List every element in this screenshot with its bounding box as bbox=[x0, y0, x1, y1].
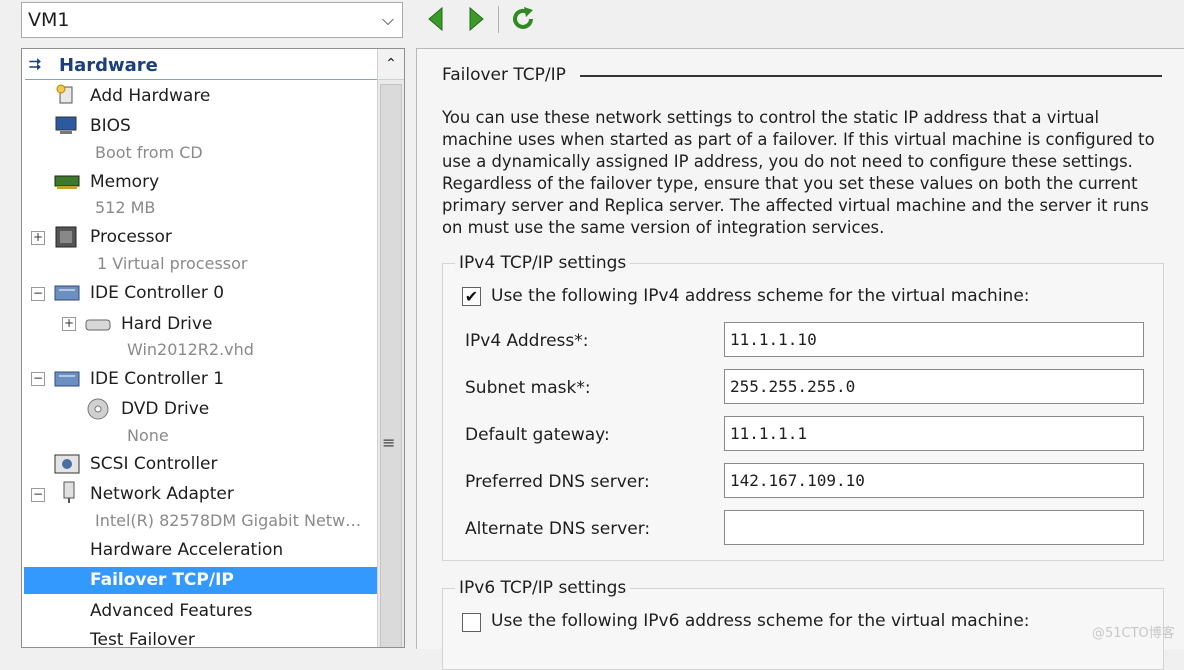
processor-detail: 1 Virtual processor bbox=[97, 254, 248, 273]
scroll-grip-icon: ≡ bbox=[382, 433, 396, 452]
ipv6-checkbox-label: Use the following IPv6 address scheme fo… bbox=[491, 611, 1030, 631]
bios-detail: Boot from CD bbox=[95, 143, 203, 162]
alternate-dns-label: Alternate DNS server: bbox=[465, 519, 651, 539]
ipv6-settings-group: IPv6 TCP/IP settings Use the following I… bbox=[442, 578, 1164, 670]
expand-icon[interactable]: + bbox=[31, 231, 45, 245]
toolbar-separator bbox=[498, 6, 499, 33]
add-hardware-icon bbox=[56, 84, 73, 104]
memory-icon bbox=[54, 175, 80, 189]
tree-item-hard-drive[interactable]: Hard Drive bbox=[121, 314, 212, 334]
details-panel: Failover TCP/IP You can use these networ… bbox=[416, 48, 1184, 670]
tree-item-hardware-acceleration[interactable]: Hardware Acceleration bbox=[90, 540, 283, 560]
scroll-up-arrow-icon[interactable]: ⌃ bbox=[378, 49, 404, 80]
description-text: You can use these network settings to co… bbox=[442, 108, 1155, 237]
ipv4-checkbox[interactable]: ✔ bbox=[462, 287, 481, 306]
collapse-tree-icon[interactable]: − bbox=[31, 488, 45, 502]
ipv4-address-label: IPv4 Address*: bbox=[465, 331, 589, 351]
collapse-icon[interactable]: ⮆ bbox=[29, 55, 41, 73]
network-adapter-icon bbox=[63, 481, 75, 503]
preferred-dns-label: Preferred DNS server: bbox=[465, 472, 650, 492]
hardware-section-header[interactable]: ⮆ Hardware bbox=[25, 53, 377, 80]
bios-icon bbox=[55, 116, 77, 134]
default-gateway-label: Default gateway: bbox=[465, 425, 610, 445]
hardware-title: Hardware bbox=[59, 55, 158, 76]
tree-item-memory[interactable]: Memory bbox=[90, 172, 159, 192]
ipv4-checkbox-label: Use the following IPv4 address scheme fo… bbox=[491, 286, 1030, 306]
controller-icon bbox=[54, 371, 80, 387]
tree-item-failover-tcpip[interactable]: Failover TCP/IP bbox=[24, 567, 377, 594]
memory-detail: 512 MB bbox=[95, 198, 156, 217]
ipv4-settings-group: IPv4 TCP/IP settings ✔ Use the following… bbox=[442, 253, 1164, 561]
chevron-down-icon: ⌵ bbox=[381, 10, 394, 29]
tree-item-advanced-features[interactable]: Advanced Features bbox=[90, 601, 252, 621]
subnet-mask-input[interactable]: 255.255.255.0 bbox=[724, 369, 1144, 404]
expand-icon[interactable]: + bbox=[62, 317, 76, 331]
collapse-tree-icon[interactable]: − bbox=[31, 287, 45, 301]
hard-drive-detail: Win2012R2.vhd bbox=[127, 340, 254, 359]
collapse-tree-icon[interactable]: − bbox=[31, 372, 45, 386]
refresh-icon bbox=[513, 7, 533, 29]
ipv6-checkbox[interactable] bbox=[462, 613, 481, 632]
ipv6-group-title: IPv6 TCP/IP settings bbox=[455, 578, 631, 598]
tree-item-dvd-drive[interactable]: DVD Drive bbox=[121, 399, 209, 419]
vm-selector-value: VM1 bbox=[28, 9, 70, 31]
tree-item-test-failover[interactable]: Test Failover bbox=[90, 630, 195, 647]
dvd-drive-detail: None bbox=[127, 426, 169, 445]
network-adapter-detail: Intel(R) 82578DM Gigabit Netw… bbox=[95, 511, 362, 530]
section-divider bbox=[580, 75, 1162, 77]
processor-icon bbox=[55, 226, 77, 248]
section-title: Failover TCP/IP bbox=[442, 65, 566, 85]
tree-item-ide-controller-0[interactable]: IDE Controller 0 bbox=[90, 283, 224, 303]
tree-item-add-hardware[interactable]: Add Hardware bbox=[90, 86, 210, 106]
scsi-icon bbox=[54, 454, 80, 474]
tree-item-ide-controller-1[interactable]: IDE Controller 1 bbox=[90, 369, 224, 389]
previous-button[interactable] bbox=[424, 5, 448, 33]
dvd-drive-icon bbox=[87, 398, 109, 420]
tree-item-processor[interactable]: Processor bbox=[90, 227, 172, 247]
next-button[interactable] bbox=[464, 5, 488, 33]
alternate-dns-input[interactable] bbox=[724, 510, 1144, 545]
watermark: @51CTO博客 bbox=[1092, 626, 1175, 641]
tree-item-network-adapter[interactable]: Network Adapter bbox=[90, 484, 234, 504]
ipv4-address-input[interactable]: 11.1.1.10 bbox=[724, 322, 1144, 357]
hardware-tree: ⮆ Hardware ⌃ ≡ Add Hardware BIOS Boot fr… bbox=[21, 48, 405, 648]
scrollbar[interactable]: ⌃ ≡ bbox=[377, 49, 404, 647]
tree-item-scsi-controller[interactable]: SCSI Controller bbox=[90, 454, 218, 474]
default-gateway-input[interactable]: 11.1.1.1 bbox=[724, 416, 1144, 451]
hard-drive-icon bbox=[85, 319, 111, 331]
refresh-button[interactable] bbox=[509, 5, 533, 33]
forward-arrow-icon bbox=[469, 6, 484, 32]
scroll-thumb[interactable] bbox=[380, 84, 402, 647]
subnet-mask-label: Subnet mask*: bbox=[465, 378, 591, 398]
ipv4-group-title: IPv4 TCP/IP settings bbox=[455, 253, 631, 273]
preferred-dns-input[interactable]: 142.167.109.10 bbox=[724, 463, 1144, 498]
vm-selector[interactable]: VM1 ⌵ bbox=[21, 2, 403, 38]
back-arrow-icon bbox=[428, 6, 443, 32]
tree-item-label: Failover TCP/IP bbox=[90, 570, 234, 590]
controller-icon bbox=[54, 285, 80, 301]
tree-item-bios[interactable]: BIOS bbox=[90, 116, 131, 136]
